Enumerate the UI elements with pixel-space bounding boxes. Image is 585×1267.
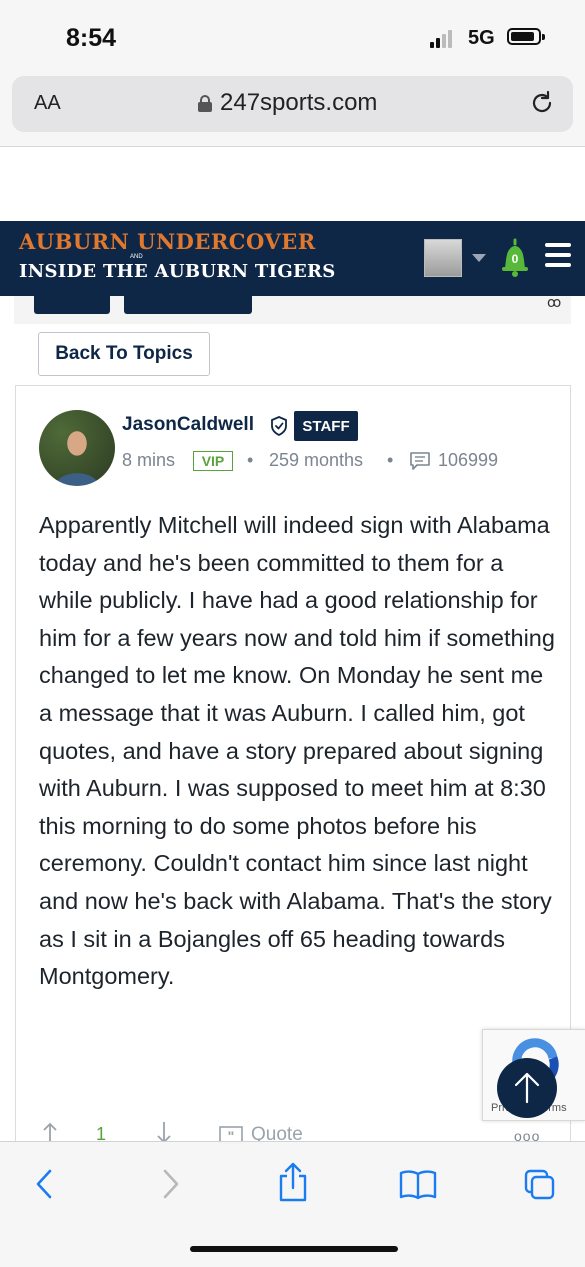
site-header: AUBURN UNDERCOVER AND INSIDE THE AUBURN … <box>0 221 585 296</box>
shield-check-icon <box>271 416 287 436</box>
reply-button[interactable] <box>124 296 252 314</box>
user-avatar[interactable] <box>424 239 462 277</box>
status-time: 8:54 <box>66 24 117 52</box>
edit-button[interactable] <box>34 296 110 314</box>
address-bar[interactable]: AA 247sports.com <box>12 76 573 132</box>
author-name[interactable]: JasonCaldwell <box>122 414 254 436</box>
text-size-label: AA <box>34 92 61 114</box>
bell-icon[interactable]: 0 <box>500 238 530 278</box>
meta-separator: • <box>247 450 254 470</box>
brand-logo-line2[interactable]: INSIDE THE AUBURN TIGERS <box>19 261 336 282</box>
back-icon[interactable] <box>28 1168 60 1200</box>
brand-logo-and: AND <box>130 254 143 260</box>
brand-logo-line1[interactable]: AUBURN UNDERCOVER <box>19 229 316 254</box>
share-icon[interactable] <box>276 1162 310 1202</box>
post-body: Apparently Mitchell will indeed sign wit… <box>39 512 555 990</box>
url-field[interactable]: 247sports.com <box>198 88 377 118</box>
network-label: 5G <box>468 27 495 49</box>
comment-icon <box>410 452 430 470</box>
forward-icon[interactable] <box>155 1168 187 1200</box>
menu-icon[interactable] <box>545 243 571 267</box>
post-time: 8 mins <box>122 450 176 470</box>
vip-badge: VIP <box>193 451 233 471</box>
scroll-to-top-button[interactable] <box>497 1058 557 1118</box>
more-options-icon[interactable]: ꝏ <box>547 294 561 311</box>
topic-toolbar: ꝏ <box>14 294 571 324</box>
meta-separator: • <box>387 450 394 470</box>
membership-duration: 259 months <box>269 450 364 470</box>
back-to-topics-button[interactable]: Back To Topics <box>38 332 210 376</box>
signal-icon <box>430 30 460 48</box>
text-size-button[interactable]: AA <box>34 92 61 115</box>
tabs-icon[interactable] <box>523 1168 555 1200</box>
bookmarks-icon[interactable] <box>398 1168 438 1200</box>
browser-chrome: 8:54 5G AA 247sports.com <box>0 0 585 147</box>
battery-icon <box>507 28 545 45</box>
home-indicator <box>190 1246 398 1252</box>
arrow-up-icon <box>514 1072 540 1104</box>
author-avatar[interactable] <box>39 410 115 486</box>
chevron-down-icon[interactable] <box>472 254 486 262</box>
lock-icon <box>198 94 212 112</box>
staff-badge: STAFF <box>294 411 358 441</box>
notification-count: 0 <box>512 252 519 266</box>
post-count: 106999 <box>438 450 499 470</box>
reload-icon[interactable] <box>529 90 555 116</box>
url-text: 247sports.com <box>220 89 378 116</box>
